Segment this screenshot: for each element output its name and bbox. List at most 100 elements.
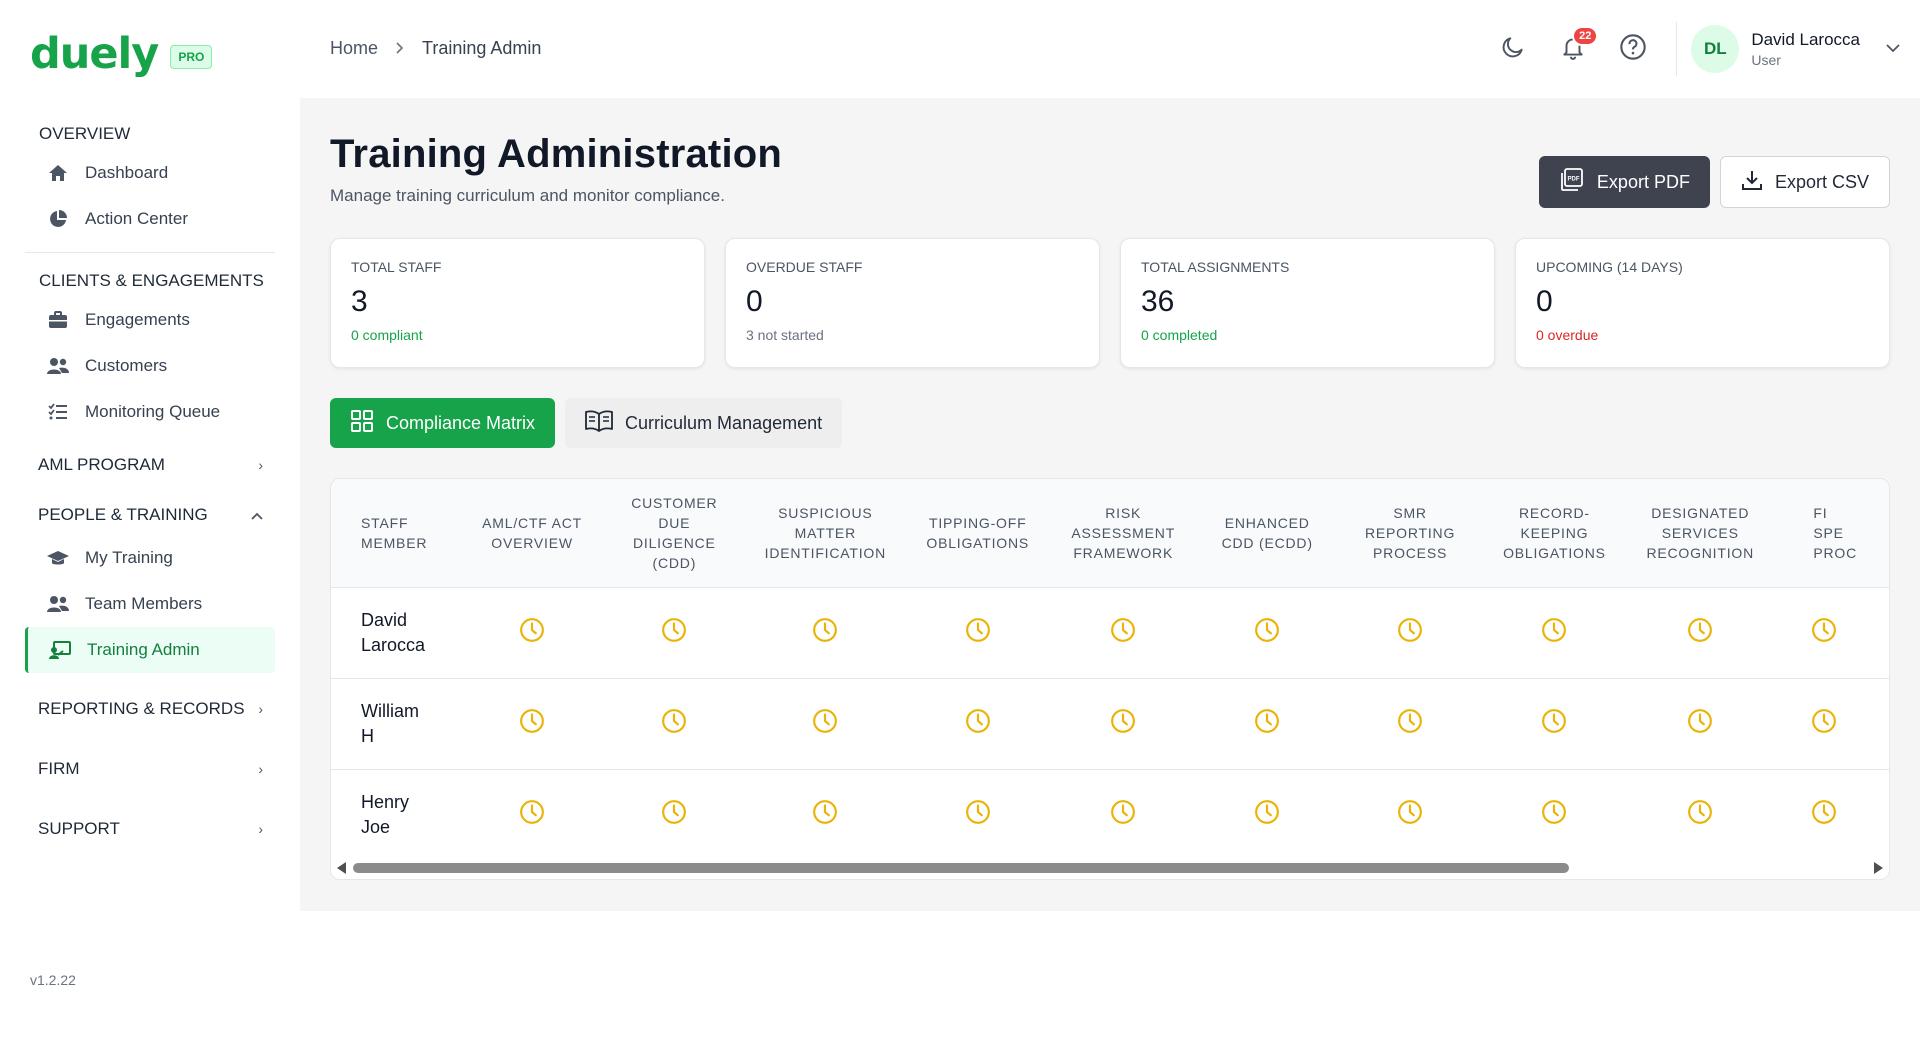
notifications-button[interactable]: 22 — [1556, 26, 1599, 66]
status-cell[interactable] — [905, 678, 1050, 769]
column-header-staff: STAFF MEMBER — [361, 514, 428, 551]
column-header[interactable]: SMR REPORTING PROCESS — [1338, 479, 1481, 587]
column-header[interactable]: ENHANCED CDD (ECDD) — [1196, 479, 1338, 587]
section-firm[interactable]: FIRM › — [25, 749, 275, 789]
section-support[interactable]: SUPPORT › — [25, 809, 275, 849]
table-header-row: STAFF MEMBER AML/CTF ACT OVERVIEW CUSTOMER… — [331, 479, 1889, 587]
column-header[interactable]: AML/CTF ACT OVERVIEW — [461, 479, 603, 587]
status-cell[interactable] — [1627, 769, 1773, 859]
status-cell[interactable] — [1627, 678, 1773, 769]
status-cell[interactable] — [1196, 678, 1338, 769]
status-cell[interactable] — [603, 587, 746, 678]
pie-chart-icon — [47, 208, 69, 230]
status-cell[interactable] — [1482, 769, 1627, 859]
column-header[interactable]: SUSPICIOUS MATTER IDENTIFICATION — [746, 479, 905, 587]
table-row: David Larocca — [331, 587, 1889, 678]
status-cell[interactable] — [1773, 769, 1889, 859]
status-cell[interactable] — [1196, 587, 1338, 678]
breadcrumb-home[interactable]: Home — [330, 38, 378, 59]
clock-pending-icon — [519, 708, 545, 734]
matrix-scroll-area[interactable]: STAFF MEMBER AML/CTF ACT OVERVIEW CUSTOMER… — [331, 479, 1889, 859]
svg-text:PDF: PDF — [1567, 176, 1579, 182]
stat-subtext: 3 not started — [746, 327, 824, 343]
status-cell[interactable] — [905, 769, 1050, 859]
clock-pending-icon — [661, 799, 687, 825]
status-cell[interactable] — [1338, 587, 1481, 678]
status-cell[interactable] — [1338, 678, 1481, 769]
sidebar-item-my-training[interactable]: My Training — [25, 535, 275, 581]
sidebar-item-action-center[interactable]: Action Center — [25, 196, 275, 242]
sidebar-item-label: Dashboard — [85, 163, 169, 182]
sidebar-item-monitoring-queue[interactable]: Monitoring Queue — [25, 389, 275, 435]
clock-pending-icon — [1541, 617, 1567, 643]
clock-pending-icon — [1687, 617, 1713, 643]
tab-compliance-matrix[interactable]: Compliance Matrix — [330, 398, 556, 448]
stat-label: OVERDUE STAFF — [746, 259, 863, 275]
export-pdf-button[interactable]: PDF Export PDF — [1538, 156, 1710, 208]
column-header[interactable]: TIPPING-OFF OBLIGATIONS — [905, 479, 1050, 587]
help-button[interactable] — [1616, 32, 1650, 66]
clock-pending-icon — [1397, 617, 1423, 643]
section-reporting-records[interactable]: REPORTING & RECORDS › — [25, 689, 275, 729]
stat-subtext: 0 compliant — [351, 327, 423, 343]
sidebar-item-team-members[interactable]: Team Members — [25, 581, 275, 627]
stat-subtext: 0 overdue — [1536, 327, 1599, 343]
compliance-matrix: STAFF MEMBER AML/CTF ACT OVERVIEW CUSTOMER… — [330, 478, 1890, 880]
brand-logo[interactable]: duely PRO — [30, 28, 213, 80]
page-subtitle: Manage training curriculum and monitor c… — [330, 186, 725, 205]
status-cell[interactable] — [1482, 587, 1627, 678]
status-cell[interactable] — [1196, 769, 1338, 859]
scroll-left-arrow-icon[interactable] — [337, 862, 346, 874]
section-people-training[interactable]: PEOPLE & TRAINING — [25, 495, 275, 535]
status-cell[interactable] — [746, 769, 905, 859]
status-cell[interactable] — [746, 678, 905, 769]
status-cell[interactable] — [1773, 678, 1889, 769]
scrollbar-thumb[interactable] — [353, 863, 1569, 873]
tab-curriculum-management[interactable]: Curriculum Management — [565, 398, 843, 448]
status-cell[interactable] — [1773, 587, 1889, 678]
breadcrumb: Home Training Admin — [330, 38, 541, 59]
status-cell[interactable] — [1482, 678, 1627, 769]
sidebar-item-customers[interactable]: Customers — [25, 343, 275, 389]
clock-pending-icon — [1254, 708, 1280, 734]
column-header[interactable]: RECORD- KEEPING OBLIGATIONS — [1482, 479, 1627, 587]
sidebar-item-dashboard[interactable]: Dashboard — [25, 150, 275, 196]
status-cell[interactable] — [1050, 769, 1196, 859]
column-header[interactable]: FI SPE PROC — [1773, 479, 1889, 587]
tab-label: Curriculum Management — [625, 412, 823, 433]
sidebar-item-training-admin[interactable]: Training Admin — [25, 627, 275, 673]
section-label: FIRM — [38, 759, 80, 778]
user-menu[interactable]: DL David Larocca User — [1676, 22, 1900, 76]
status-cell[interactable] — [1050, 678, 1196, 769]
sidebar-item-engagements[interactable]: Engagements — [25, 297, 275, 343]
horizontal-scrollbar[interactable] — [331, 857, 1889, 879]
status-cell[interactable] — [461, 769, 603, 859]
chevron-up-icon — [251, 507, 263, 523]
page-actions: PDF Export PDF Export CSV — [1538, 156, 1890, 208]
main-content: Training Administration Manage training … — [300, 98, 1920, 911]
clock-pending-icon — [1254, 617, 1280, 643]
status-cell[interactable] — [746, 587, 905, 678]
moon-icon — [1500, 34, 1526, 65]
grid-icon — [350, 409, 374, 438]
status-cell[interactable] — [1050, 587, 1196, 678]
dark-mode-toggle[interactable] — [1496, 32, 1530, 66]
status-cell[interactable] — [461, 587, 603, 678]
status-cell[interactable] — [1338, 769, 1481, 859]
status-cell[interactable] — [905, 587, 1050, 678]
export-csv-button[interactable]: Export CSV — [1719, 156, 1890, 208]
status-cell[interactable] — [603, 678, 746, 769]
clock-pending-icon — [812, 617, 838, 643]
section-aml-program[interactable]: AML PROGRAM › — [25, 445, 275, 485]
column-header[interactable]: CUSTOMER DUE DILIGENCE (CDD) — [603, 479, 746, 587]
clock-pending-icon — [1110, 617, 1136, 643]
status-cell[interactable] — [1627, 587, 1773, 678]
status-cell[interactable] — [603, 769, 746, 859]
list-check-icon — [47, 401, 69, 423]
scroll-right-arrow-icon[interactable] — [1874, 862, 1883, 874]
status-cell[interactable] — [461, 678, 603, 769]
staff-member-name: Henry Joe — [361, 791, 410, 837]
column-header[interactable]: DESIGNATED SERVICES RECOGNITION — [1627, 479, 1773, 587]
section-label: REPORTING & RECORDS — [38, 699, 245, 718]
column-header[interactable]: RISK ASSESSMENT FRAMEWORK — [1050, 479, 1196, 587]
